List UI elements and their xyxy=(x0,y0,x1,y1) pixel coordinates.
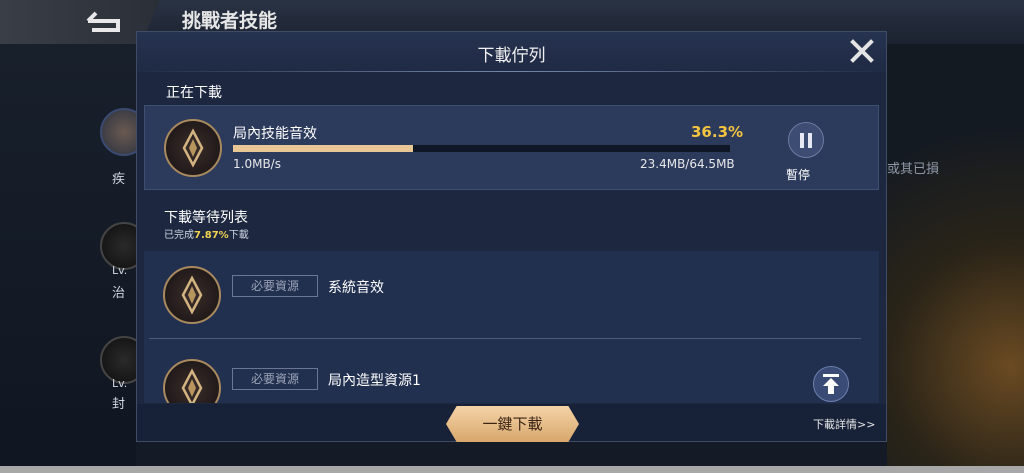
list-item: 必要資源 局內造型資源1 xyxy=(144,346,879,403)
queue-item-name: 局內造型資源1 xyxy=(328,373,421,389)
background-page-title: 挑戰者技能 xyxy=(182,10,278,32)
current-download-item: 局內技能音效 36.3% 1.0MB/s 23.4MB/64.5MB 暫停 xyxy=(144,105,879,190)
background-description: 或其已損 xyxy=(887,162,940,177)
move-to-top-button[interactable] xyxy=(813,366,849,402)
pause-label: 暫停 xyxy=(786,168,811,182)
hero-level: Lv. xyxy=(112,264,128,277)
required-resource-tag: 必要資源 xyxy=(232,275,318,297)
download-queue-dialog: 下載佇列 正在下載 局內技能音效 36.3% 1.0MB/s 23.4MB/64… xyxy=(136,31,887,442)
close-icon xyxy=(850,39,874,63)
download-details-link[interactable]: 下載詳情>> xyxy=(813,416,875,432)
queue-heading: 下載等待列表 xyxy=(164,210,248,226)
current-download-heading: 正在下載 xyxy=(166,85,222,101)
progress-fill xyxy=(233,145,414,152)
pause-button[interactable] xyxy=(788,122,824,158)
bottom-edge-bar xyxy=(0,466,1024,473)
queue-summary-percent: 7.87% xyxy=(194,230,229,241)
resource-emblem-icon xyxy=(163,266,221,324)
download-percent: 36.3% xyxy=(691,123,744,141)
download-size: 23.4MB/64.5MB xyxy=(640,157,735,171)
hero-label: 疾 xyxy=(112,172,126,187)
download-progress-bar xyxy=(233,145,730,152)
current-item-name: 局內技能音效 xyxy=(233,126,317,142)
list-item: 必要資源 系統音效 xyxy=(144,251,879,336)
queue-summary-suffix: 下載 xyxy=(228,230,249,241)
queue-item-name: 系統音效 xyxy=(328,280,384,296)
move-to-top-icon xyxy=(823,374,839,394)
dialog-title: 下載佇列 xyxy=(477,46,546,66)
resource-emblem-icon xyxy=(163,359,221,403)
queue-divider xyxy=(149,338,861,339)
header-divider xyxy=(137,71,886,72)
hero-label: 治 xyxy=(112,286,126,301)
back-arrow-icon xyxy=(82,8,124,34)
queue-summary-prefix: 已完成 xyxy=(164,230,194,241)
required-resource-tag: 必要資源 xyxy=(232,368,318,390)
hero-level: Lv. xyxy=(112,377,128,390)
background-art xyxy=(887,44,1024,473)
hero-label: 封 xyxy=(112,397,126,412)
resource-emblem-icon xyxy=(164,119,222,177)
queue-summary: 已完成7.87%下載 xyxy=(164,226,249,241)
download-all-button[interactable]: 一鍵下載 xyxy=(446,406,579,442)
close-button[interactable] xyxy=(849,38,875,64)
queue-list: 必要資源 系統音效 必要資源 局內造型資源1 xyxy=(144,251,879,403)
download-speed: 1.0MB/s xyxy=(233,157,281,171)
